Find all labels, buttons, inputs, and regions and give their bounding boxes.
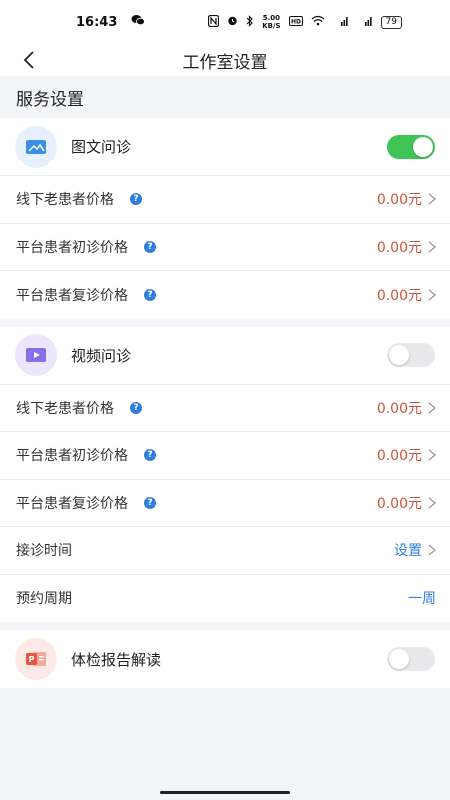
help-icon[interactable]: ? — [144, 449, 156, 462]
booking-cycle-value: 一周 — [408, 591, 436, 608]
price-row-offline-old[interactable]: 线下老患者价格 ? 0.00元 — [0, 176, 450, 224]
bluetooth-icon — [246, 14, 254, 30]
network-speed: 5.00 KB/S — [262, 14, 281, 30]
price-value: 0.00元 — [376, 239, 422, 256]
chevron-right-icon — [428, 497, 436, 509]
page-title: 工作室设置 — [182, 52, 268, 73]
item-label: 线下老患者价格 — [16, 400, 114, 417]
chevron-right-icon — [428, 193, 436, 205]
chevron-left-icon — [23, 51, 34, 69]
price-row-platform-return[interactable]: 平台患者复诊价格 ? 0.00元 — [0, 480, 450, 527]
nfc-icon — [208, 14, 220, 30]
service-card-video: 视频问诊 线下老患者价格 ? 0.00元 平台患者初诊价格 ? 0.00元 平台… — [0, 326, 450, 623]
price-row-platform-return[interactable]: 平台患者复诊价格 ? 0.00元 — [0, 271, 450, 319]
service-row-image-text: 图文问诊 — [0, 118, 450, 176]
service-label: 体检报告解读 — [71, 650, 162, 669]
alarm-icon — [227, 15, 238, 29]
image-text-toggle[interactable] — [387, 134, 435, 159]
item-label: 平台患者复诊价格 — [16, 495, 128, 512]
service-label: 视频问诊 — [71, 346, 132, 365]
reception-time-row[interactable]: 接诊时间 设置 — [0, 527, 450, 575]
service-card-image-text: 图文问诊 线下老患者价格 ? 0.00元 平台患者初诊价格 ? 0.00元 平台… — [0, 118, 450, 319]
nav-bar: 工作室设置 — [0, 44, 450, 76]
chevron-right-icon — [428, 544, 436, 556]
service-row-report: P 体检报告解读 — [0, 630, 450, 688]
hd-icon: HD — [288, 15, 303, 29]
signal-icon-2 — [357, 15, 373, 29]
price-value: 0.00元 — [376, 400, 422, 417]
toggle-knob — [389, 649, 409, 669]
item-label: 平台患者复诊价格 — [16, 287, 128, 304]
help-icon[interactable]: ? — [144, 240, 156, 253]
toggle-knob — [389, 345, 409, 365]
item-label: 接诊时间 — [16, 543, 72, 560]
price-value: 0.00元 — [376, 192, 422, 209]
chevron-right-icon — [428, 449, 436, 461]
toggle-knob — [413, 136, 433, 157]
signal-icon — [333, 15, 349, 29]
video-toggle[interactable] — [387, 343, 435, 367]
price-value: 0.00元 — [376, 448, 422, 465]
battery-indicator: 79 — [380, 15, 402, 29]
wechat-icon — [131, 14, 146, 30]
wifi-icon — [311, 15, 325, 29]
service-label: 图文问诊 — [71, 138, 132, 156]
price-value: 0.00元 — [376, 495, 422, 512]
home-indicator — [160, 791, 290, 794]
help-icon[interactable]: ? — [130, 193, 142, 206]
back-button[interactable] — [14, 44, 44, 76]
item-label: 预约周期 — [16, 591, 72, 608]
help-icon[interactable]: ? — [144, 496, 156, 509]
svg-text:P: P — [29, 655, 35, 664]
reception-time-value: 设置 — [394, 543, 422, 560]
chevron-right-icon — [428, 289, 436, 301]
image-text-icon — [15, 125, 57, 168]
video-play-icon — [15, 334, 57, 376]
item-label: 平台患者初诊价格 — [16, 239, 128, 256]
status-time: 16:43 — [76, 14, 118, 30]
item-label: 线下老患者价格 — [16, 192, 114, 209]
price-value: 0.00元 — [376, 287, 422, 304]
booking-cycle-row[interactable]: 预约周期 一周 — [0, 575, 450, 623]
chevron-right-icon — [428, 402, 436, 414]
chevron-right-icon — [428, 241, 436, 253]
price-row-platform-first[interactable]: 平台患者初诊价格 ? 0.00元 — [0, 432, 450, 480]
price-row-offline-old[interactable]: 线下老患者价格 ? 0.00元 — [0, 385, 450, 432]
report-toggle[interactable] — [387, 647, 435, 671]
report-icon: P — [15, 638, 57, 680]
service-row-video: 视频问诊 — [0, 327, 450, 385]
help-icon[interactable]: ? — [130, 401, 142, 414]
item-label: 平台患者初诊价格 — [16, 448, 128, 465]
service-card-report: P 体检报告解读 — [0, 630, 450, 688]
help-icon[interactable]: ? — [144, 288, 156, 301]
section-title: 服务设置 — [0, 76, 450, 118]
svg-text:HD: HD — [291, 18, 301, 25]
status-bar: 16:43 5.00 KB/S HD 79 — [0, 0, 450, 44]
price-row-platform-first[interactable]: 平台患者初诊价格 ? 0.00元 — [0, 224, 450, 271]
